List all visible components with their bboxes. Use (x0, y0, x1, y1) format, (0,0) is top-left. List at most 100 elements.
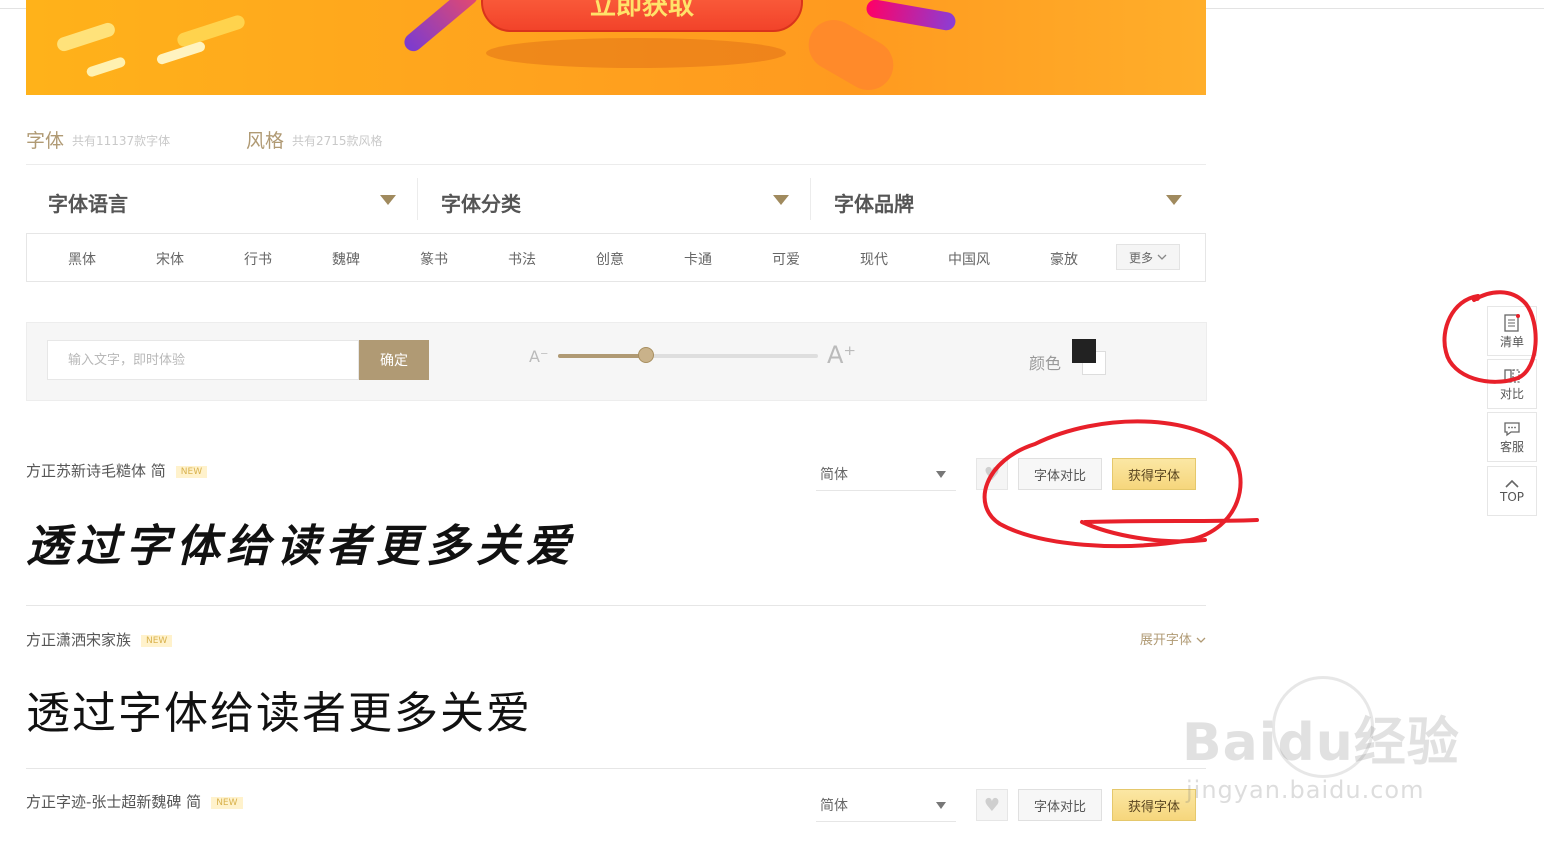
fonts-count: 共有11137款字体 (72, 134, 171, 148)
tag-item[interactable]: 豪放 (1050, 249, 1078, 269)
tag-item[interactable]: 篆书 (420, 249, 448, 269)
new-badge: NEW (141, 635, 173, 647)
sidebar-label: 客服 (1499, 439, 1524, 454)
filter-language[interactable]: 字体语言 (26, 168, 418, 232)
variant-select[interactable]: 简体 (816, 791, 956, 822)
font-sample-text: 透过字体给读者更多关爱 (26, 521, 576, 572)
tag-item[interactable]: 魏碑 (332, 249, 360, 269)
styles-count: 共有2715款风格 (292, 134, 383, 148)
new-badge: NEW (211, 797, 243, 809)
font-item: 方正字迹-张士超新魏碑 简 NEW 简体 ♥ 字体对比 获得字体 (26, 789, 1206, 841)
dropdown-triangle-icon (773, 195, 789, 205)
font-sample-text: 透过字体给读者更多关爱 (26, 688, 532, 739)
divider (417, 178, 418, 220)
font-name-row: 方正字迹-张士超新魏碑 简 NEW (26, 791, 243, 812)
compare-font-button[interactable]: 字体对比 (1018, 789, 1102, 821)
sidebar-label: 对比 (1499, 386, 1524, 401)
tab-fonts[interactable]: 字体 (26, 126, 64, 153)
list-icon (1504, 313, 1520, 332)
tag-item[interactable]: 中国风 (948, 249, 990, 269)
banner-streak (85, 56, 127, 78)
divider (26, 605, 1206, 606)
expand-label: 展开字体 (1139, 633, 1192, 648)
more-label: 更多 (1128, 250, 1153, 265)
get-now-button[interactable]: 立即获取 (481, 0, 803, 32)
font-size-increase-icon[interactable]: A⁺ (827, 341, 856, 369)
style-tags: 黑体 宋体 行书 魏碑 篆书 书法 创意 卡通 可爱 现代 中国风 豪放 更多 (26, 233, 1206, 282)
font-name-row: 方正潇洒宋家族 NEW (26, 629, 173, 650)
tag-item[interactable]: 可爱 (772, 249, 800, 269)
tag-item[interactable]: 黑体 (68, 249, 96, 269)
divider (26, 768, 1206, 769)
watermark-brand: Baidu经验 (1182, 713, 1460, 773)
filter-category[interactable]: 字体分类 (419, 168, 811, 232)
chevron-down-icon (1157, 254, 1167, 260)
filter-bar: 字体语言 字体分类 字体品牌 (26, 168, 1206, 232)
chevron-up-icon (1505, 479, 1519, 488)
filter-label: 字体分类 (441, 192, 521, 216)
font-size-slider[interactable] (558, 347, 818, 363)
font-item: 方正苏新诗毛糙体 简 NEW 透过字体给读者更多关爱 简体 ♥ 字体对比 获得字体 (26, 458, 1206, 606)
dropdown-triangle-icon (380, 195, 396, 205)
expand-fonts-link[interactable]: 展开字体 (1140, 629, 1206, 648)
more-button[interactable]: 更多 (1116, 244, 1180, 270)
font-size-decrease-icon[interactable]: A⁻ (529, 347, 548, 366)
tag-item[interactable]: 行书 (244, 249, 272, 269)
dropdown-triangle-icon (936, 471, 946, 478)
chat-icon (1504, 421, 1520, 436)
banner-streak (175, 13, 247, 49)
font-name[interactable]: 方正字迹-张士超新魏碑 简 (26, 793, 201, 811)
banner-streak (865, 0, 957, 32)
sidebar-label: 清单 (1499, 334, 1524, 349)
tag-item[interactable]: 书法 (508, 249, 536, 269)
filter-label: 字体语言 (48, 192, 128, 216)
dropdown-triangle-icon (936, 802, 946, 809)
dropdown-triangle-icon (1166, 195, 1182, 205)
banner-streak (55, 21, 117, 53)
variant-select[interactable]: 简体 (816, 460, 956, 491)
divider (810, 178, 811, 220)
banner-streak (400, 0, 482, 55)
banner-shadow (486, 38, 786, 68)
tag-item[interactable]: 现代 (860, 249, 888, 269)
sidebar-compare-button[interactable]: 对比 (1487, 359, 1537, 409)
get-font-button[interactable]: 获得字体 (1112, 789, 1196, 821)
category-header: 字体 共有11137款字体 风格 共有2715款风格 (26, 126, 1206, 165)
font-item: 方正潇洒宋家族 NEW 展开字体 透过字体给读者更多关爱 (26, 629, 1206, 769)
tag-item[interactable]: 创意 (596, 249, 624, 269)
slider-fill (558, 354, 647, 358)
heart-icon: ♥ (983, 463, 1001, 485)
promo-banner[interactable]: 立即获取 (26, 0, 1206, 95)
variant-value: 简体 (820, 798, 848, 814)
tab-styles[interactable]: 风格 (246, 126, 284, 153)
variant-value: 简体 (820, 467, 848, 483)
foreground-color-swatch[interactable] (1072, 339, 1096, 363)
font-name-row: 方正苏新诗毛糙体 简 NEW (26, 460, 208, 481)
watermark-url: jingyan.baidu.com (1186, 776, 1425, 804)
favorite-button[interactable]: ♥ (976, 789, 1008, 821)
chevron-down-icon (1196, 637, 1206, 643)
font-name[interactable]: 方正潇洒宋家族 (26, 631, 131, 649)
filter-brand[interactable]: 字体品牌 (812, 168, 1204, 232)
color-label: 颜色 (1029, 354, 1062, 373)
preview-toolbar: 确定 A⁻ A⁺ 颜色 (26, 322, 1207, 401)
sidebar-list-button[interactable]: 清单 (1487, 306, 1537, 356)
preview-text-input[interactable] (47, 340, 359, 380)
confirm-button[interactable]: 确定 (359, 340, 429, 380)
tag-item[interactable]: 宋体 (156, 249, 184, 269)
favorite-button[interactable]: ♥ (976, 458, 1008, 490)
filter-label: 字体品牌 (834, 192, 914, 216)
slider-handle[interactable] (638, 347, 655, 363)
get-font-button[interactable]: 获得字体 (1112, 458, 1196, 490)
banner-streak (799, 10, 903, 95)
heart-icon: ♥ (983, 794, 1001, 816)
sidebar-label: TOP (1499, 490, 1524, 504)
compare-icon (1504, 368, 1520, 383)
compare-font-button[interactable]: 字体对比 (1018, 458, 1102, 490)
new-badge: NEW (175, 466, 208, 478)
font-name[interactable]: 方正苏新诗毛糙体 简 (26, 462, 166, 480)
annotation-dot (1474, 295, 1480, 301)
tag-item[interactable]: 卡通 (684, 249, 712, 269)
sidebar-service-button[interactable]: 客服 (1487, 412, 1537, 462)
back-to-top-button[interactable]: TOP (1487, 466, 1537, 516)
